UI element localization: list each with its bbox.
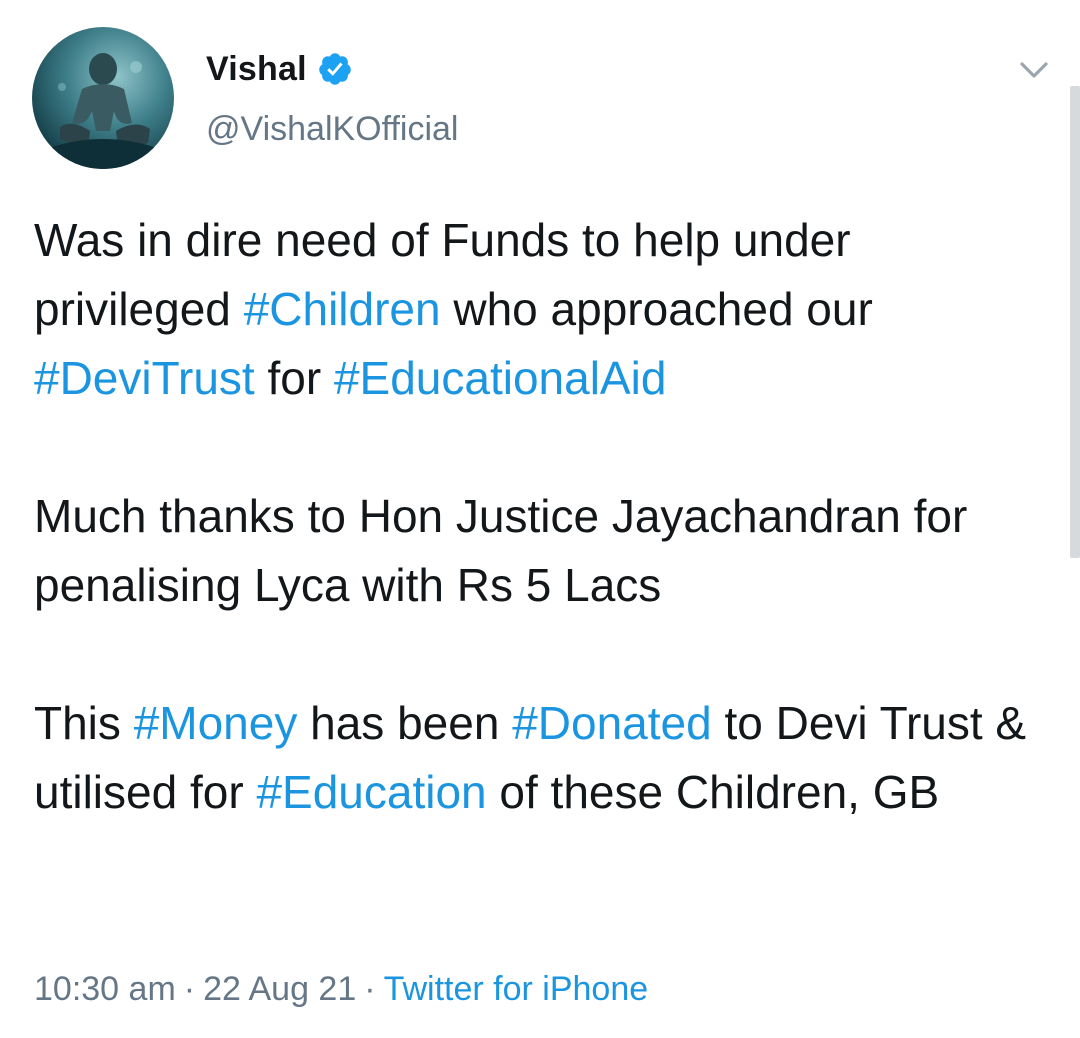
tweet-text: Was in dire need of Funds to help under … bbox=[34, 206, 1044, 827]
hashtag-donated[interactable]: #Donated bbox=[512, 697, 712, 749]
tweet-meta: 10:30 am · 22 Aug 21 · Twitter for iPhone bbox=[34, 970, 648, 1009]
tweet-time[interactable]: 10:30 am bbox=[34, 970, 176, 1008]
hashtag-devitrust[interactable]: #DeviTrust bbox=[34, 352, 255, 404]
tweet-text-segment: has been bbox=[297, 697, 513, 749]
verified-badge-icon bbox=[318, 53, 351, 85]
tweet: Vishal @VishalKOfficial Was in dire need… bbox=[0, 0, 1080, 1038]
scrollbar[interactable] bbox=[1070, 86, 1080, 558]
tweet-text-segment: who approached our bbox=[440, 283, 873, 335]
hashtag-children[interactable]: #Children bbox=[244, 283, 441, 335]
avatar[interactable] bbox=[32, 27, 174, 169]
tweet-text-segment: Much thanks to Hon Justice Jayachandran … bbox=[34, 490, 968, 611]
author-name-row: Vishal bbox=[206, 46, 353, 92]
author-handle[interactable]: @VishalKOfficial bbox=[206, 110, 458, 149]
tweet-source-link[interactable]: Twitter for iPhone bbox=[384, 970, 649, 1008]
hashtag-education[interactable]: #Education bbox=[256, 766, 486, 818]
meta-separator: · bbox=[183, 970, 196, 1008]
meta-separator: · bbox=[364, 970, 376, 1008]
author-display-name[interactable]: Vishal bbox=[206, 50, 307, 89]
hashtag-money[interactable]: #Money bbox=[134, 697, 298, 749]
tweet-paragraph: Much thanks to Hon Justice Jayachandran … bbox=[34, 482, 1044, 620]
tweet-text-segment: of these Children, GB bbox=[486, 766, 940, 818]
chevron-down-icon[interactable] bbox=[1014, 50, 1054, 90]
tweet-paragraph: Was in dire need of Funds to help under … bbox=[34, 206, 1044, 413]
hashtag-educationalaid[interactable]: #EducationalAid bbox=[334, 352, 666, 404]
tweet-text-segment: This bbox=[34, 697, 134, 749]
tweet-date[interactable]: 22 Aug 21 bbox=[203, 970, 356, 1008]
tweet-paragraph: This #Money has been #Donated to Devi Tr… bbox=[34, 689, 1044, 827]
tweet-text-segment: for bbox=[254, 352, 334, 404]
